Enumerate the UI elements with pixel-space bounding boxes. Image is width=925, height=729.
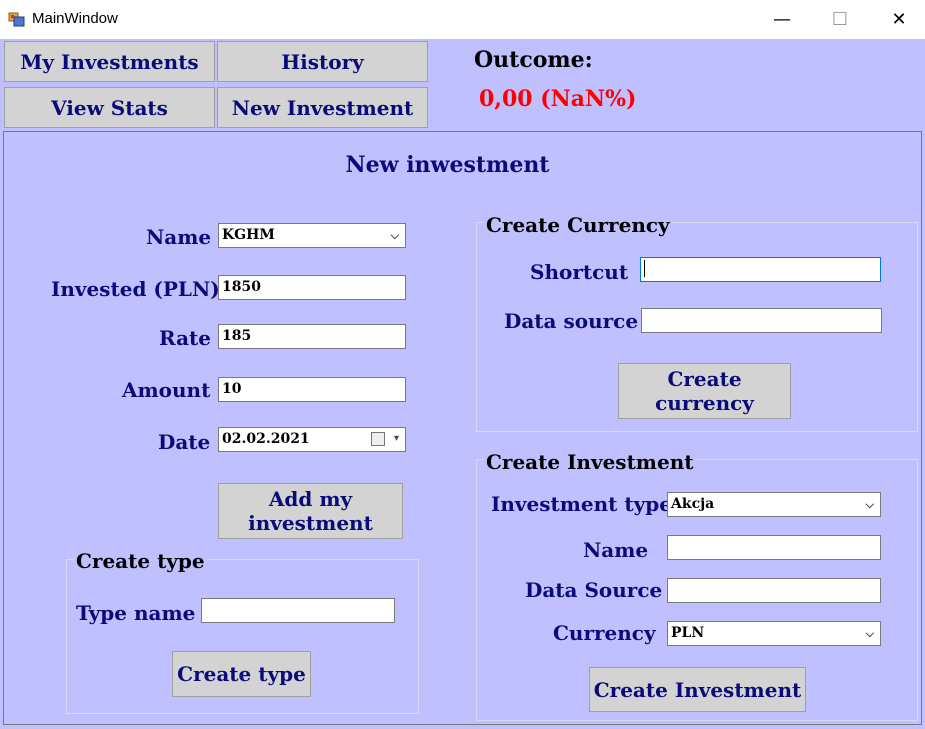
main-window-client: My Investments History View Stats New In… <box>0 39 925 729</box>
currency-label: Currency <box>553 621 656 645</box>
outcome-label: Outcome: <box>474 47 593 73</box>
investment-type-combobox[interactable]: Akcja ⌵ <box>667 492 881 517</box>
view-stats-button[interactable]: View Stats <box>4 87 215 128</box>
create-type-title: Create type <box>74 549 207 573</box>
add-investment-button[interactable]: Add my investment <box>218 483 403 539</box>
outcome-value: 0,00 (NaN%) <box>479 86 637 112</box>
create-currency-button-line2: currency <box>655 391 754 415</box>
create-type-button[interactable]: Create type <box>172 651 311 697</box>
name-label: Name <box>146 225 212 249</box>
chevron-down-icon: ▾ <box>393 433 399 444</box>
amount-label: Amount <box>122 378 211 402</box>
investment-type-label: Investment type <box>491 492 672 516</box>
close-button[interactable]: ✕ <box>876 0 922 39</box>
invested-label: Invested (PLN) <box>51 277 220 301</box>
new-investment-button[interactable]: New Investment <box>217 87 428 128</box>
create-investment-title: Create Investment <box>484 450 696 474</box>
date-label: Date <box>158 430 211 454</box>
investment-name-input[interactable] <box>667 535 881 560</box>
maximize-button[interactable]: ☐ <box>817 0 863 39</box>
investment-type-value: Akcja <box>671 496 715 512</box>
title-bar: MainWindow — ☐ ✕ <box>0 0 925 39</box>
shortcut-label: Shortcut <box>530 260 629 284</box>
name-value: KGHM <box>222 227 275 243</box>
rate-input[interactable]: 185 <box>218 324 406 349</box>
chevron-down-icon: ⌵ <box>390 229 399 242</box>
window-title: MainWindow <box>32 10 118 27</box>
text-caret <box>644 260 645 277</box>
history-button[interactable]: History <box>217 41 428 82</box>
investment-data-source-label: Data Source <box>525 578 663 602</box>
page-title: New inwestment <box>345 152 550 178</box>
type-name-label: Type name <box>76 601 196 625</box>
date-picker[interactable]: 02.02.2021 ▾ <box>218 427 406 452</box>
amount-input[interactable]: 10 <box>218 377 406 402</box>
currency-value: PLN <box>671 625 705 641</box>
chevron-down-icon: ⌵ <box>865 627 874 640</box>
calendar-icon[interactable] <box>371 432 385 446</box>
add-investment-button-line2: investment <box>248 511 373 535</box>
create-currency-button-line1: Create <box>667 367 742 391</box>
create-currency-button[interactable]: Create currency <box>618 363 791 419</box>
minimize-button[interactable]: — <box>759 0 805 39</box>
add-investment-button-line1: Add my <box>268 487 353 511</box>
chevron-down-icon: ⌵ <box>865 498 874 511</box>
invested-input[interactable]: 1850 <box>218 275 406 300</box>
currency-combobox[interactable]: PLN ⌵ <box>667 621 881 646</box>
shortcut-input[interactable] <box>640 257 881 282</box>
date-value: 02.02.2021 <box>222 431 310 447</box>
rate-label: Rate <box>159 326 212 350</box>
create-currency-title: Create Currency <box>484 213 672 237</box>
data-source-label: Data source <box>504 309 639 333</box>
investment-name-label: Name <box>583 538 649 562</box>
name-combobox[interactable]: KGHM ⌵ <box>218 223 406 248</box>
type-name-input[interactable] <box>201 598 395 623</box>
app-icon <box>8 11 25 28</box>
my-investments-button[interactable]: My Investments <box>4 41 215 82</box>
data-source-input[interactable] <box>641 308 882 333</box>
create-investment-button[interactable]: Create Investment <box>589 667 806 712</box>
investment-data-source-input[interactable] <box>667 578 881 603</box>
